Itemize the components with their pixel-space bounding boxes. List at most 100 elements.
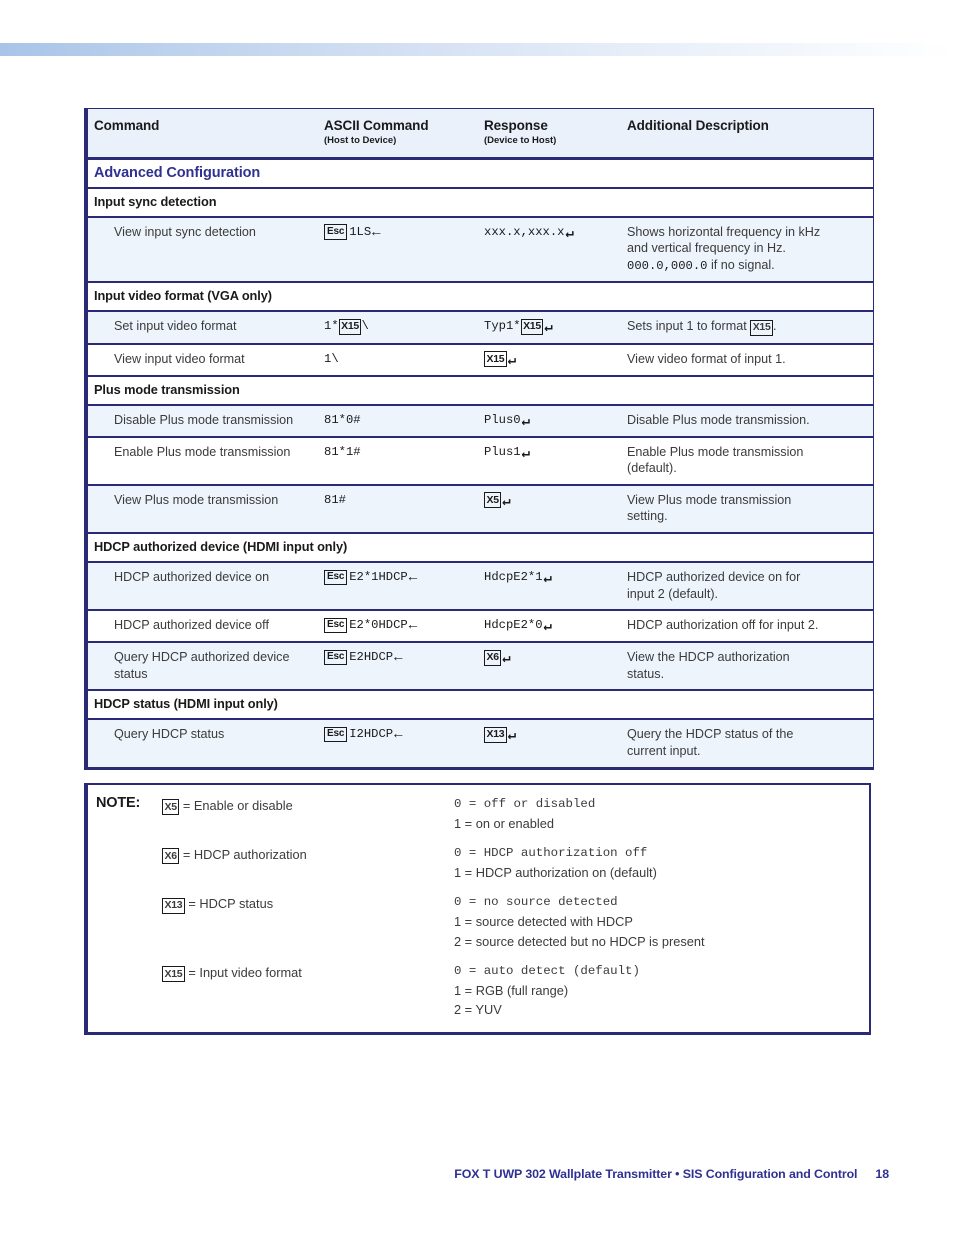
- row-command-cell: View input sync detection: [86, 216, 318, 284]
- row-response-text: X15 ↵: [484, 351, 613, 368]
- decorative-top-gradient-bar: [0, 43, 954, 56]
- row-response-cell: xxx.x,xxx.x↵: [478, 216, 621, 284]
- note-value-list: 0 = no source detected 1 = source detect…: [454, 893, 705, 951]
- row-description-text: View Plus mode transmission setting.: [627, 492, 865, 525]
- row-description-text: Enable Plus mode transmission (default).: [627, 444, 865, 477]
- note-value: 1 = on or enabled: [454, 815, 554, 831]
- row-ascii-cell: 81*1#: [318, 436, 478, 486]
- row-response-text: Typ1* X15 ↵: [484, 318, 613, 335]
- row-description-text: Query the HDCP status of the current inp…: [627, 726, 865, 759]
- note-value: 1 = RGB (full range): [454, 982, 569, 998]
- esc-key-icon: Esc: [324, 569, 348, 586]
- row-command-cell: View Plus mode transmission: [86, 484, 318, 535]
- note-definitions-list: X5 = Enable or disable 0 = off or disabl…: [162, 795, 861, 1020]
- carriage-return-icon: ↵: [543, 571, 552, 588]
- row-command-cell: View input video format: [86, 343, 318, 377]
- row-response-text: Plus1↵: [484, 444, 613, 461]
- table-row: Enable Plus mode transmission 81*1# Plus…: [86, 436, 873, 486]
- row-response-cell: X5 ↵: [478, 484, 621, 535]
- subsection-header-cell: HDCP authorized device (HDMI input only): [86, 533, 873, 564]
- carriage-return-icon: ↵: [565, 225, 574, 242]
- carriage-return-icon: ↵: [507, 352, 517, 369]
- sis-command-table: Command ASCII Command (Host to Device) R…: [84, 108, 874, 770]
- arrow-left-icon: ←: [408, 618, 418, 635]
- subsection-header-cell: Plus mode transmission: [86, 375, 873, 406]
- table-row: Query HDCP status Esc I2HDCP← X13 ↵ Query …: [86, 719, 873, 770]
- row-ascii-command: Esc I2HDCP←: [324, 726, 470, 743]
- row-description-cell: Enable Plus mode transmission (default).: [621, 436, 873, 486]
- esc-key-icon: Esc: [324, 617, 348, 634]
- note-value-list: 0 = auto detect (default) 1 = RGB (full …: [454, 962, 640, 1020]
- row-ascii-cell: 81#: [318, 484, 478, 535]
- variable-box-x15: X15: [750, 319, 773, 336]
- row-response-text: X6 ↵: [484, 649, 613, 666]
- row-ascii-command: Esc 1LS←: [324, 224, 470, 241]
- description-line-2: status.: [627, 666, 665, 681]
- variable-box-x15: X15: [484, 351, 507, 368]
- table-row: HDCP authorized device on Esc E2*1HDCP← H…: [86, 562, 873, 612]
- header-cell-command: Command: [86, 108, 318, 160]
- description-line-1: Query the HDCP status of the: [627, 727, 794, 742]
- arrow-left-icon: ←: [372, 224, 381, 241]
- carriage-return-icon: ↵: [507, 728, 517, 745]
- table-row: View Plus mode transmission 81# X5 ↵ View…: [86, 484, 873, 535]
- row-description-cell: View the HDCP authorization status.: [621, 642, 873, 692]
- note-value: 1 = source detected with HDCP: [454, 914, 633, 930]
- row-description-cell: Sets input 1 to format X15.: [621, 311, 873, 345]
- variable-box-x5: X5: [162, 799, 180, 816]
- row-response-cell: Plus1↵: [478, 436, 621, 486]
- esc-key-icon: Esc: [324, 224, 348, 240]
- description-line-1: View the HDCP authorization: [627, 650, 790, 665]
- subsection-header-hdcp-status: HDCP status (HDMI input only): [86, 690, 873, 721]
- variable-box-x15: X15: [162, 966, 185, 983]
- row-description-cell: HDCP authorized device on for input 2 (d…: [621, 562, 873, 612]
- description-part-a: Sets input 1 to format: [627, 319, 751, 334]
- subsection-header-cell: Input video format (VGA only): [86, 282, 873, 313]
- row-description-cell: Query the HDCP status of the current inp…: [621, 719, 873, 770]
- row-description-text: Shows horizontal frequency in kHz and ve…: [627, 224, 865, 274]
- arrow-left-icon: ←: [408, 570, 418, 587]
- response-text: Plus0: [484, 412, 521, 427]
- row-command-cell: Query HDCP authorized device status: [86, 642, 318, 692]
- row-response-cell: Plus0↵: [478, 404, 621, 438]
- row-response-text: X5 ↵: [484, 492, 613, 509]
- subsection-header-cell: HDCP status (HDMI input only): [86, 690, 873, 721]
- row-command-text: Enable Plus mode transmission: [114, 444, 291, 459]
- note-variable-definition: X13 = HDCP status: [162, 893, 454, 914]
- note-value: 0 = auto detect (default): [454, 963, 640, 978]
- row-ascii-command: Esc E2*0HDCP←: [324, 617, 470, 634]
- subsection-label: HDCP authorized device (HDMI input only): [94, 539, 348, 555]
- note-value: 0 = HDCP authorization off: [454, 845, 648, 860]
- row-description-cell: View video format of input 1.: [621, 343, 873, 377]
- note-value: 0 = off or disabled: [454, 796, 596, 811]
- row-response-text: X13 ↵: [484, 726, 613, 743]
- row-description-cell: Shows horizontal frequency in kHz and ve…: [621, 216, 873, 284]
- ascii-text: I2HDCP: [349, 727, 394, 742]
- note-value: 2 = YUV: [454, 1002, 502, 1018]
- subsection-label: HDCP status (HDMI input only): [94, 696, 278, 712]
- row-description-cell: Disable Plus mode transmission.: [621, 404, 873, 438]
- header-description-label: Additional Description: [627, 118, 769, 133]
- row-description-cell: HDCP authorization off for input 2.: [621, 610, 873, 644]
- note-group: X6 = HDCP authorization 0 = HDCP authori…: [162, 844, 861, 882]
- row-command-text: Set input video format: [114, 319, 237, 334]
- note-variable-label: = HDCP authorization: [182, 846, 307, 862]
- row-command-cell: HDCP authorized device on: [86, 562, 318, 612]
- row-command-text: Query HDCP authorized device status: [114, 650, 290, 681]
- header-ascii-sublabel: (Host to Device): [324, 134, 397, 146]
- row-response-cell: HdcpE2*0↵: [478, 610, 621, 644]
- note-group: X5 = Enable or disable 0 = off or disabl…: [162, 795, 861, 833]
- description-line-2: setting.: [627, 509, 668, 524]
- row-command-text: HDCP authorized device on: [114, 570, 270, 585]
- carriage-return-icon: ↵: [521, 413, 531, 430]
- response-text: xxx.x,xxx.x: [484, 224, 565, 239]
- response-text-a: Typ1*: [484, 319, 521, 334]
- row-description-text: View the HDCP authorization status.: [627, 649, 865, 682]
- row-response-text: HdcpE2*1↵: [484, 569, 613, 586]
- note-title: NOTE:: [96, 794, 141, 811]
- row-ascii-command: 81*0#: [324, 412, 361, 427]
- row-response-cell: Typ1* X15 ↵: [478, 311, 621, 345]
- description-line-3: 000.0,000.0 if no signal.: [627, 257, 865, 274]
- table-row: Set input video format 1* X15 \ Typ1* X15 ↵ …: [86, 311, 873, 345]
- footer-page-number: 18: [875, 1167, 889, 1181]
